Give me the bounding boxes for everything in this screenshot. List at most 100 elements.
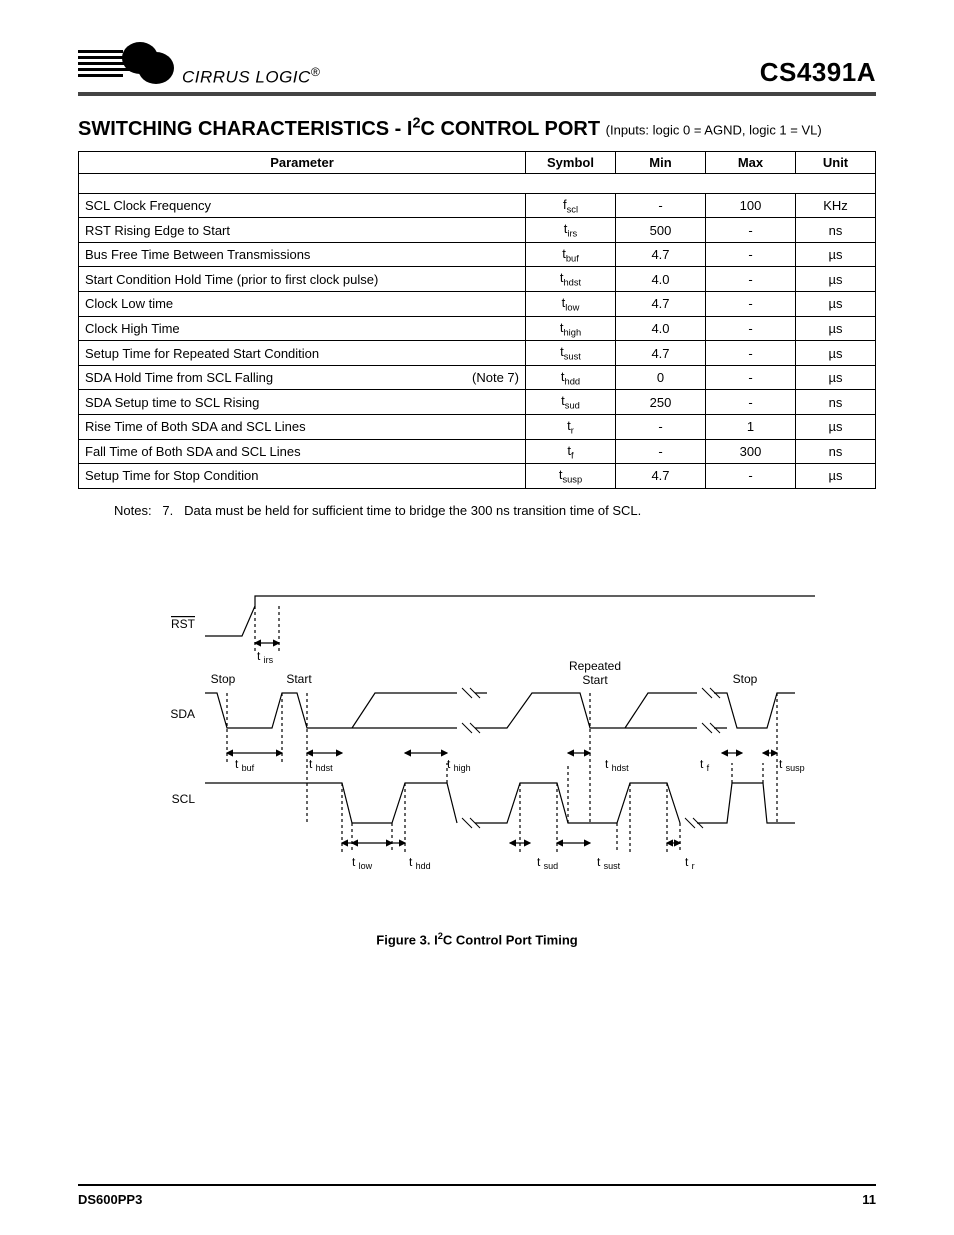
svg-text:t hdst: t hdst	[605, 757, 629, 773]
table-row: Start Condition Hold Time (prior to firs…	[79, 267, 876, 292]
min-cell: -	[616, 439, 706, 464]
table-row: RST Rising Edge to Starttirs500-ns	[79, 218, 876, 243]
symbol-cell: thdst	[526, 267, 616, 292]
notes-text: Data must be held for sufficient time to…	[184, 503, 641, 518]
sig-sda-label: SDA	[170, 707, 195, 721]
figure-caption: Figure 3. I2C Control Port Timing	[78, 931, 876, 947]
logo-icon	[78, 40, 178, 88]
symbol-cell: tsusp	[526, 464, 616, 489]
timing-svg: RST t irs Stop Start Repeated Start Stop…	[127, 588, 827, 898]
unit-cell: µs	[796, 292, 876, 317]
th-max: Max	[706, 151, 796, 173]
unit-cell: µs	[796, 267, 876, 292]
table-row: SDA Setup time to SCL Risingtsud250-ns	[79, 390, 876, 415]
unit-cell: ns	[796, 218, 876, 243]
param-cell: Setup Time for Stop Condition	[79, 464, 526, 489]
svg-text:t hdst: t hdst	[309, 757, 333, 773]
symbol-cell: tf	[526, 439, 616, 464]
param-cell: SDA Setup time to SCL Rising	[79, 390, 526, 415]
symbol-cell: tsud	[526, 390, 616, 415]
param-cell: Rise Time of Both SDA and SCL Lines	[79, 415, 526, 440]
section-title-pre: SWITCHING CHARACTERISTICS - I	[78, 118, 412, 140]
min-cell: 500	[616, 218, 706, 243]
unit-cell: ns	[796, 439, 876, 464]
min-cell: 250	[616, 390, 706, 415]
min-cell: 0	[616, 365, 706, 390]
table-row: Bus Free Time Between Transmissionstbuf4…	[79, 242, 876, 267]
symbol-cell: tbuf	[526, 242, 616, 267]
param-cell: SCL Clock Frequency	[79, 193, 526, 218]
param-cell: Fall Time of Both SDA and SCL Lines	[79, 439, 526, 464]
page-number: 11	[862, 1192, 876, 1207]
param-cell: Start Condition Hold Time (prior to firs…	[79, 267, 526, 292]
max-cell: -	[706, 316, 796, 341]
param-cell: Clock Low time	[79, 292, 526, 317]
param-cell: Setup Time for Repeated Start Condition	[79, 341, 526, 366]
section-conditions: (Inputs: logic 0 = AGND, logic 1 = VL)	[606, 123, 822, 138]
notes-block: Notes: 7. Data must be held for sufficie…	[114, 503, 876, 518]
min-cell: 4.0	[616, 316, 706, 341]
svg-text:t r: t r	[685, 855, 695, 871]
th-unit: Unit	[796, 151, 876, 173]
notes-num: 7.	[162, 503, 173, 518]
lbl-rep: Repeated	[569, 659, 621, 673]
part-number: CS4391A	[760, 57, 876, 88]
max-cell: 100	[706, 193, 796, 218]
lbl-rep2: Start	[582, 673, 608, 687]
symbol-cell: tlow	[526, 292, 616, 317]
lbl-stop2: Stop	[733, 672, 758, 686]
table-row: Setup Time for Repeated Start Conditiont…	[79, 341, 876, 366]
param-cell: Clock High Time	[79, 316, 526, 341]
symbol-cell: tirs	[526, 218, 616, 243]
svg-text:t f: t f	[700, 757, 710, 773]
table-row: Fall Time of Both SDA and SCL Linestf-30…	[79, 439, 876, 464]
section-heading: SWITCHING CHARACTERISTICS - I2C CONTROL …	[78, 114, 876, 143]
th-parameter: Parameter	[79, 151, 526, 173]
max-cell: -	[706, 341, 796, 366]
spacer-row	[79, 173, 876, 193]
unit-cell: µs	[796, 242, 876, 267]
max-cell: -	[706, 292, 796, 317]
page-header: CIRRUS LOGIC® CS4391A	[78, 40, 876, 96]
min-cell: 4.0	[616, 267, 706, 292]
symbol-cell: tr	[526, 415, 616, 440]
unit-cell: µs	[796, 365, 876, 390]
min-cell: 4.7	[616, 464, 706, 489]
doc-id: DS600PP3	[78, 1192, 142, 1207]
param-cell: Bus Free Time Between Transmissions	[79, 242, 526, 267]
notes-label: Notes:	[114, 503, 152, 518]
min-cell: 4.7	[616, 341, 706, 366]
sig-rst-label: RST	[171, 617, 196, 631]
th-symbol: Symbol	[526, 151, 616, 173]
unit-cell: µs	[796, 341, 876, 366]
min-cell: 4.7	[616, 292, 706, 317]
table-row: SDA Hold Time from SCL Falling(Note 7)th…	[79, 365, 876, 390]
unit-cell: µs	[796, 464, 876, 489]
unit-cell: KHz	[796, 193, 876, 218]
max-cell: 1	[706, 415, 796, 440]
section-title-post: C CONTROL PORT	[420, 118, 600, 140]
unit-cell: µs	[796, 415, 876, 440]
max-cell: -	[706, 464, 796, 489]
table-row: Clock Low timetlow4.7-µs	[79, 292, 876, 317]
unit-cell: µs	[796, 316, 876, 341]
max-cell: -	[706, 267, 796, 292]
lbl-start: Start	[286, 672, 312, 686]
max-cell: -	[706, 218, 796, 243]
params-table: Parameter Symbol Min Max Unit SCL Clock …	[78, 151, 876, 489]
symbol-cell: thigh	[526, 316, 616, 341]
param-cell: RST Rising Edge to Start	[79, 218, 526, 243]
max-cell: 300	[706, 439, 796, 464]
svg-text:t sud: t sud	[537, 855, 558, 871]
th-min: Min	[616, 151, 706, 173]
min-cell: -	[616, 193, 706, 218]
min-cell: 4.7	[616, 242, 706, 267]
timing-diagram: RST t irs Stop Start Repeated Start Stop…	[78, 588, 876, 947]
table-row: SCL Clock Frequencyfscl-100KHz	[79, 193, 876, 218]
svg-text:t hdd: t hdd	[409, 855, 431, 871]
max-cell: -	[706, 365, 796, 390]
sig-scl-label: SCL	[172, 792, 196, 806]
svg-text:t buf: t buf	[235, 757, 255, 773]
brand-logo: CIRRUS LOGIC®	[78, 40, 320, 88]
table-row: Clock High Timethigh4.0-µs	[79, 316, 876, 341]
